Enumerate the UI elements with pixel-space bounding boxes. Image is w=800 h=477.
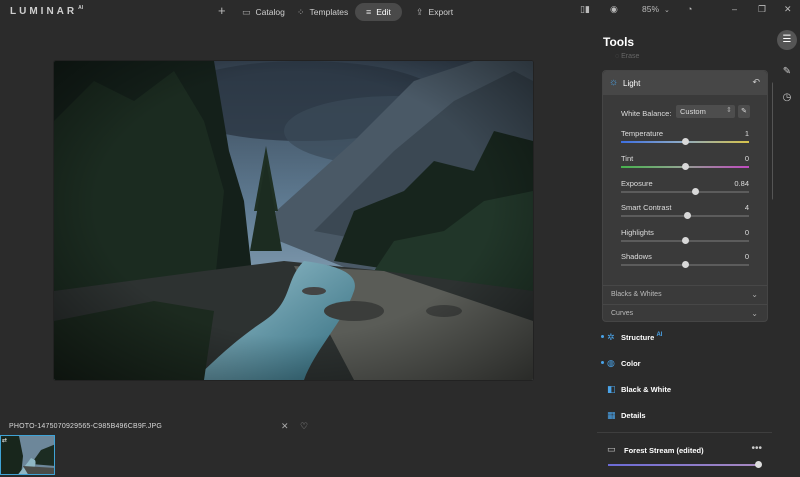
slider-knob[interactable] xyxy=(681,237,689,244)
light-tool-label: Light xyxy=(623,79,641,88)
catalog-tab[interactable]: ▭ Catalog xyxy=(242,3,285,21)
more-options-icon[interactable]: ••• xyxy=(751,443,762,454)
help-icon[interactable]: ◔ xyxy=(687,4,692,14)
modified-indicator xyxy=(601,335,604,338)
light-tool-header[interactable]: ☼ Light ↶ xyxy=(603,71,767,95)
highlights-slider[interactable]: Highlights 0 xyxy=(621,228,749,246)
select-arrows-icon: ⇕ xyxy=(726,107,732,114)
templates-tab[interactable]: ⁘ Templates xyxy=(297,3,348,21)
slider-knob[interactable] xyxy=(681,261,689,268)
edit-tab[interactable]: ≡ Edit xyxy=(355,3,402,21)
erase-tool[interactable]: ◌ Erase xyxy=(615,53,639,60)
slider-knob[interactable] xyxy=(691,188,699,195)
app-logo: LUMINARAI xyxy=(10,5,84,17)
panel-title: Tools xyxy=(603,35,635,49)
divider xyxy=(597,432,772,433)
right-rail: ☰ ✎ ◷ xyxy=(773,24,800,477)
templates-icon: ⁘ xyxy=(297,6,305,17)
bw-icon: ◧ xyxy=(607,384,616,394)
minimize-icon[interactable]: – xyxy=(732,4,737,14)
export-tab[interactable]: ⇪ Export xyxy=(416,3,453,21)
file-name: PHOTO-1475070929565-C985B496CB9F.JPG xyxy=(9,423,162,430)
sun-icon: ☼ xyxy=(609,77,619,88)
temperature-slider[interactable]: Temperature 1 xyxy=(621,129,749,147)
zoom-level[interactable]: 85% xyxy=(642,4,659,14)
shadows-slider[interactable]: Shadows 0 xyxy=(621,252,749,270)
photo-preview[interactable] xyxy=(54,61,533,380)
preset-icon: ▭ xyxy=(607,444,616,454)
smart-contrast-slider[interactable]: Smart Contrast 4 xyxy=(621,203,749,221)
light-tool-card: ☼ Light ↶ White Balance: Custom ⇕ ✎ Temp… xyxy=(602,70,768,322)
structure-icon: ✲ xyxy=(607,332,615,342)
blacks-whites-section[interactable]: Blacks & Whites ⌄ xyxy=(603,285,767,304)
modified-indicator xyxy=(601,361,604,364)
chevron-down-icon[interactable]: ⌄ xyxy=(664,6,670,14)
slider-knob[interactable] xyxy=(684,212,692,219)
compare-icon[interactable]: ▯▮ xyxy=(580,4,590,15)
structure-tool[interactable]: ✲ Structure AI xyxy=(601,332,662,343)
sliders-icon[interactable]: ☰ xyxy=(777,30,797,50)
color-tool[interactable]: ◍ Color xyxy=(601,358,641,369)
details-icon: ▦ xyxy=(607,410,616,420)
preset-name: Forest Stream (edited) xyxy=(624,446,704,455)
top-bar: LUMINARAI + ▭ Catalog ⁘ Templates ≡ Edit… xyxy=(0,0,800,24)
eye-icon[interactable]: ◉ xyxy=(610,4,618,15)
preset-amount-slider[interactable] xyxy=(608,464,758,466)
slider-knob[interactable] xyxy=(681,163,689,170)
restore-icon[interactable]: ❐ xyxy=(758,4,766,15)
history-icon[interactable]: ◷ xyxy=(777,88,797,108)
curves-section[interactable]: Curves ⌄ xyxy=(603,304,767,323)
white-balance-label: White Balance: xyxy=(621,109,672,118)
edited-badge-icon: ⇄ xyxy=(2,438,8,444)
tools-panel: Tools ◌ Erase ☼ Light ↶ White Balance: C… xyxy=(597,24,772,477)
chevron-down-icon: ⌄ xyxy=(751,290,758,299)
color-icon: ◍ xyxy=(607,358,615,368)
preset-amount-knob[interactable] xyxy=(755,461,762,468)
slider-knob[interactable] xyxy=(681,138,689,145)
reset-icon[interactable]: ↶ xyxy=(752,77,760,88)
black-white-tool[interactable]: ◧ Black & White xyxy=(607,384,671,395)
close-icon[interactable]: ✕ xyxy=(784,4,792,15)
add-photos-button[interactable]: + xyxy=(218,4,226,17)
white-balance-select[interactable]: Custom ⇕ xyxy=(676,105,735,118)
tint-slider[interactable]: Tint 0 xyxy=(621,154,749,172)
details-tool[interactable]: ▦ Details xyxy=(607,410,646,421)
exposure-slider[interactable]: Exposure 0.84 xyxy=(621,179,749,197)
brush-icon[interactable]: ✎ xyxy=(777,62,797,82)
export-icon: ⇪ xyxy=(416,6,424,17)
folder-icon: ▭ xyxy=(242,6,251,17)
reject-icon[interactable]: ✕ xyxy=(281,421,289,432)
filmstrip-thumbnail[interactable]: ⇄ xyxy=(0,435,55,475)
edit-icon: ≡ xyxy=(366,7,372,17)
image-canvas xyxy=(0,24,597,416)
favorite-icon[interactable]: ♡ xyxy=(300,421,308,432)
chevron-down-icon: ⌄ xyxy=(751,309,758,318)
eyedropper-icon[interactable]: ✎ xyxy=(738,105,750,118)
